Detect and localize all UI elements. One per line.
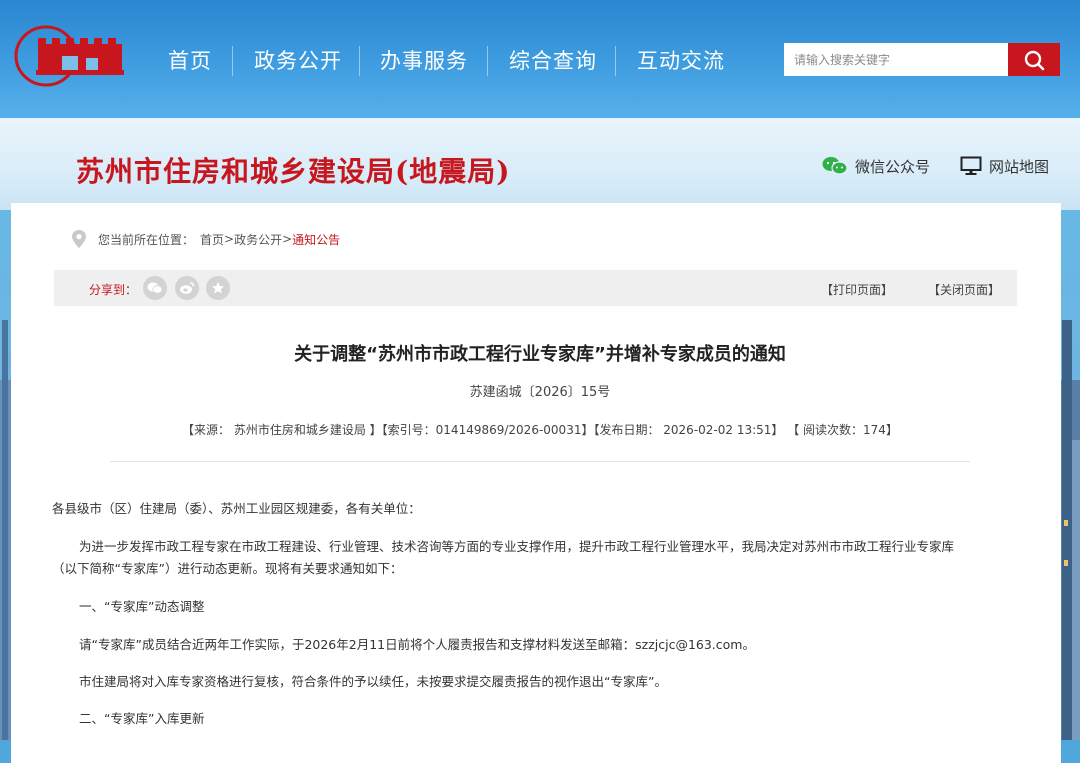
sitemap-link[interactable]: 网站地图 xyxy=(960,154,1049,178)
nav-gov-affairs[interactable]: 政务公开 xyxy=(254,45,342,77)
search-button[interactable] xyxy=(1008,43,1060,76)
nav-interaction[interactable]: 互动交流 xyxy=(637,45,725,77)
wechat-link[interactable]: 微信公众号 xyxy=(822,154,930,178)
breadcrumb-home[interactable]: 首页 xyxy=(200,231,224,248)
site-logo[interactable] xyxy=(12,24,124,90)
article-paragraph: 各县级市（区）住建局（委）、苏州工业园区规建委，各有关单位： xyxy=(52,501,421,516)
share-favorite-button[interactable] xyxy=(206,276,230,300)
article-title: 关于调整“苏州市市政工程行业专家库”并增补专家成员的通知 xyxy=(294,344,786,365)
nav-separator xyxy=(615,46,616,76)
document-number: 苏建函城〔2026〕15号 xyxy=(469,385,611,400)
share-weibo-button[interactable] xyxy=(175,276,199,300)
nav-separator xyxy=(232,46,233,76)
city-skyline-decoration xyxy=(1058,320,1080,740)
wechat-icon xyxy=(147,282,163,294)
site-title[interactable]: 苏州市住房和城乡建设局(地震局) xyxy=(76,150,511,190)
search-icon xyxy=(1024,50,1045,70)
article-meta: 【来源： 苏州市住房和城乡建设局 】【索引号：014149869/2026-00… xyxy=(182,423,898,437)
breadcrumb-separator: > xyxy=(282,232,293,246)
location-pin-icon xyxy=(72,230,86,248)
share-label: 分享到： xyxy=(89,283,138,297)
sitemap-label: 网站地图 xyxy=(989,157,1050,176)
wechat-icon xyxy=(822,157,848,175)
nav-separator xyxy=(487,46,488,76)
article-paragraph: 二、“专家库”入库更新 xyxy=(79,711,205,726)
article-paragraph: 为进一步发挥市政工程专家在市政工程建设、行业管理、技术咨询等方面的专业支撑作用，… xyxy=(79,539,955,554)
nav-separator xyxy=(359,46,360,76)
breadcrumb-section[interactable]: 政务公开 xyxy=(234,231,282,248)
article-paragraph: 一、“专家库”动态调整 xyxy=(79,599,205,614)
nav-home[interactable]: 首页 xyxy=(168,45,212,77)
print-page-button[interactable]: 【打印页面】 xyxy=(821,281,893,298)
breadcrumb: 您当前所在位置： 首页 > 政务公开 > 通知公告 xyxy=(70,229,340,249)
nav-services[interactable]: 办事服务 xyxy=(380,45,468,77)
share-wechat-button[interactable] xyxy=(143,276,167,300)
breadcrumb-separator: > xyxy=(224,232,235,246)
close-page-button[interactable]: 【关闭页面】 xyxy=(928,281,1000,298)
search-input[interactable] xyxy=(784,43,1008,76)
breadcrumb-prefix: 您当前所在位置： xyxy=(98,232,195,247)
star-icon xyxy=(212,282,224,294)
article-paragraph: （以下简称“专家库”）进行动态更新。现将有关要求通知如下： xyxy=(52,561,403,576)
weibo-icon xyxy=(180,282,195,294)
monitor-icon xyxy=(960,156,982,175)
breadcrumb-current[interactable]: 通知公告 xyxy=(292,231,340,248)
article-paragraph: 市住建局将对入库专家资格进行复核，符合条件的予以续任，未按要求提交履责报告的视作… xyxy=(79,674,667,689)
divider xyxy=(110,461,970,462)
article-paragraph: 请“专家库”成员结合近两年工作实际，于2026年2月11日前将个人履责报告和支撑… xyxy=(79,637,755,652)
nav-query[interactable]: 综合查询 xyxy=(509,45,597,77)
wechat-label: 微信公众号 xyxy=(855,157,931,176)
